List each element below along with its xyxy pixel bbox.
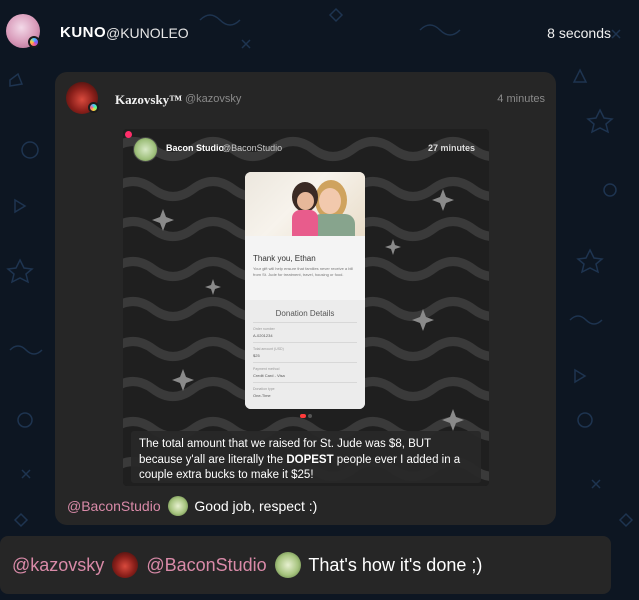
donation-details-title: Donation Details	[275, 309, 335, 318]
divider	[253, 382, 357, 383]
quoted-post-card[interactable]: Kazovsky™ @kazovsky 4 minutes Bacon Stud…	[55, 72, 556, 525]
baconstudio-avatar[interactable]	[167, 496, 188, 516]
baconstudio-avatar[interactable]	[274, 552, 301, 578]
photo-figure	[297, 192, 314, 210]
donation-field-value: One-Time	[253, 393, 271, 398]
reply-post-text: @kazovsky @BaconStudio That's how it's d…	[0, 536, 611, 594]
donation-message: Your gift will help ensure that families…	[253, 266, 354, 277]
attached-screenshot-image[interactable]: Bacon Studio @BaconStudio 27 minutes Tha…	[123, 129, 489, 486]
quoted-post-message: Good job, respect :)	[194, 498, 318, 514]
donation-field-value: Credit Card - Visa	[253, 373, 285, 378]
reply-message: That's how it's done ;)	[308, 555, 483, 575]
carousel-indicator-active	[300, 414, 306, 418]
mention-link[interactable]: @BaconStudio	[146, 555, 266, 575]
divider	[253, 362, 357, 363]
inner-post-timestamp: 27 minutes	[427, 143, 475, 153]
donation-photo	[245, 172, 365, 236]
donation-thanks-heading: Thank you, Ethan	[253, 254, 316, 263]
quoted-post-timestamp: 4 minutes	[497, 93, 545, 105]
mention-link[interactable]: @kazovsky	[12, 555, 104, 575]
quoted-author-display-name[interactable]: Kazovsky™	[115, 92, 182, 108]
photo-figure	[319, 188, 341, 214]
caption-bold-text: DOPEST	[286, 453, 334, 466]
mention-link[interactable]: @BaconStudio	[67, 498, 161, 514]
inner-post-caption: The total amount that we raised for St. …	[131, 431, 481, 483]
author-handle[interactable]: @KUNOLEO	[106, 25, 189, 41]
kazovsky-avatar[interactable]	[112, 552, 139, 578]
photo-figure	[292, 210, 318, 236]
verified-badge-icon	[28, 36, 40, 48]
inner-author-handle: @BaconStudio	[222, 143, 283, 153]
donation-field-label: Payment method	[253, 367, 280, 371]
quoted-post-text: @BaconStudio Good job, respect :)	[67, 496, 317, 516]
carousel-indicator	[308, 414, 312, 418]
quoted-verified-badge-icon	[88, 102, 99, 113]
inner-author-display-name: Bacon Studio	[166, 143, 224, 153]
donation-receipt-card: Thank you, Ethan Your gift will help ens…	[245, 172, 365, 409]
donation-field-label: Order number	[253, 327, 275, 331]
donation-field-value: A-0201234	[253, 333, 273, 338]
divider	[253, 342, 357, 343]
donation-field-label: Donation type	[253, 387, 275, 391]
notification-dot	[125, 131, 132, 138]
author-display-name[interactable]: KUNO	[60, 24, 106, 41]
donation-field-label: Total amount (USD)	[253, 347, 284, 351]
inner-author-avatar	[133, 137, 158, 162]
post-timestamp: 8 seconds	[547, 25, 611, 41]
divider	[253, 322, 357, 323]
quoted-author-handle[interactable]: @kazovsky	[185, 93, 241, 105]
donation-field-value: $25	[253, 353, 260, 358]
